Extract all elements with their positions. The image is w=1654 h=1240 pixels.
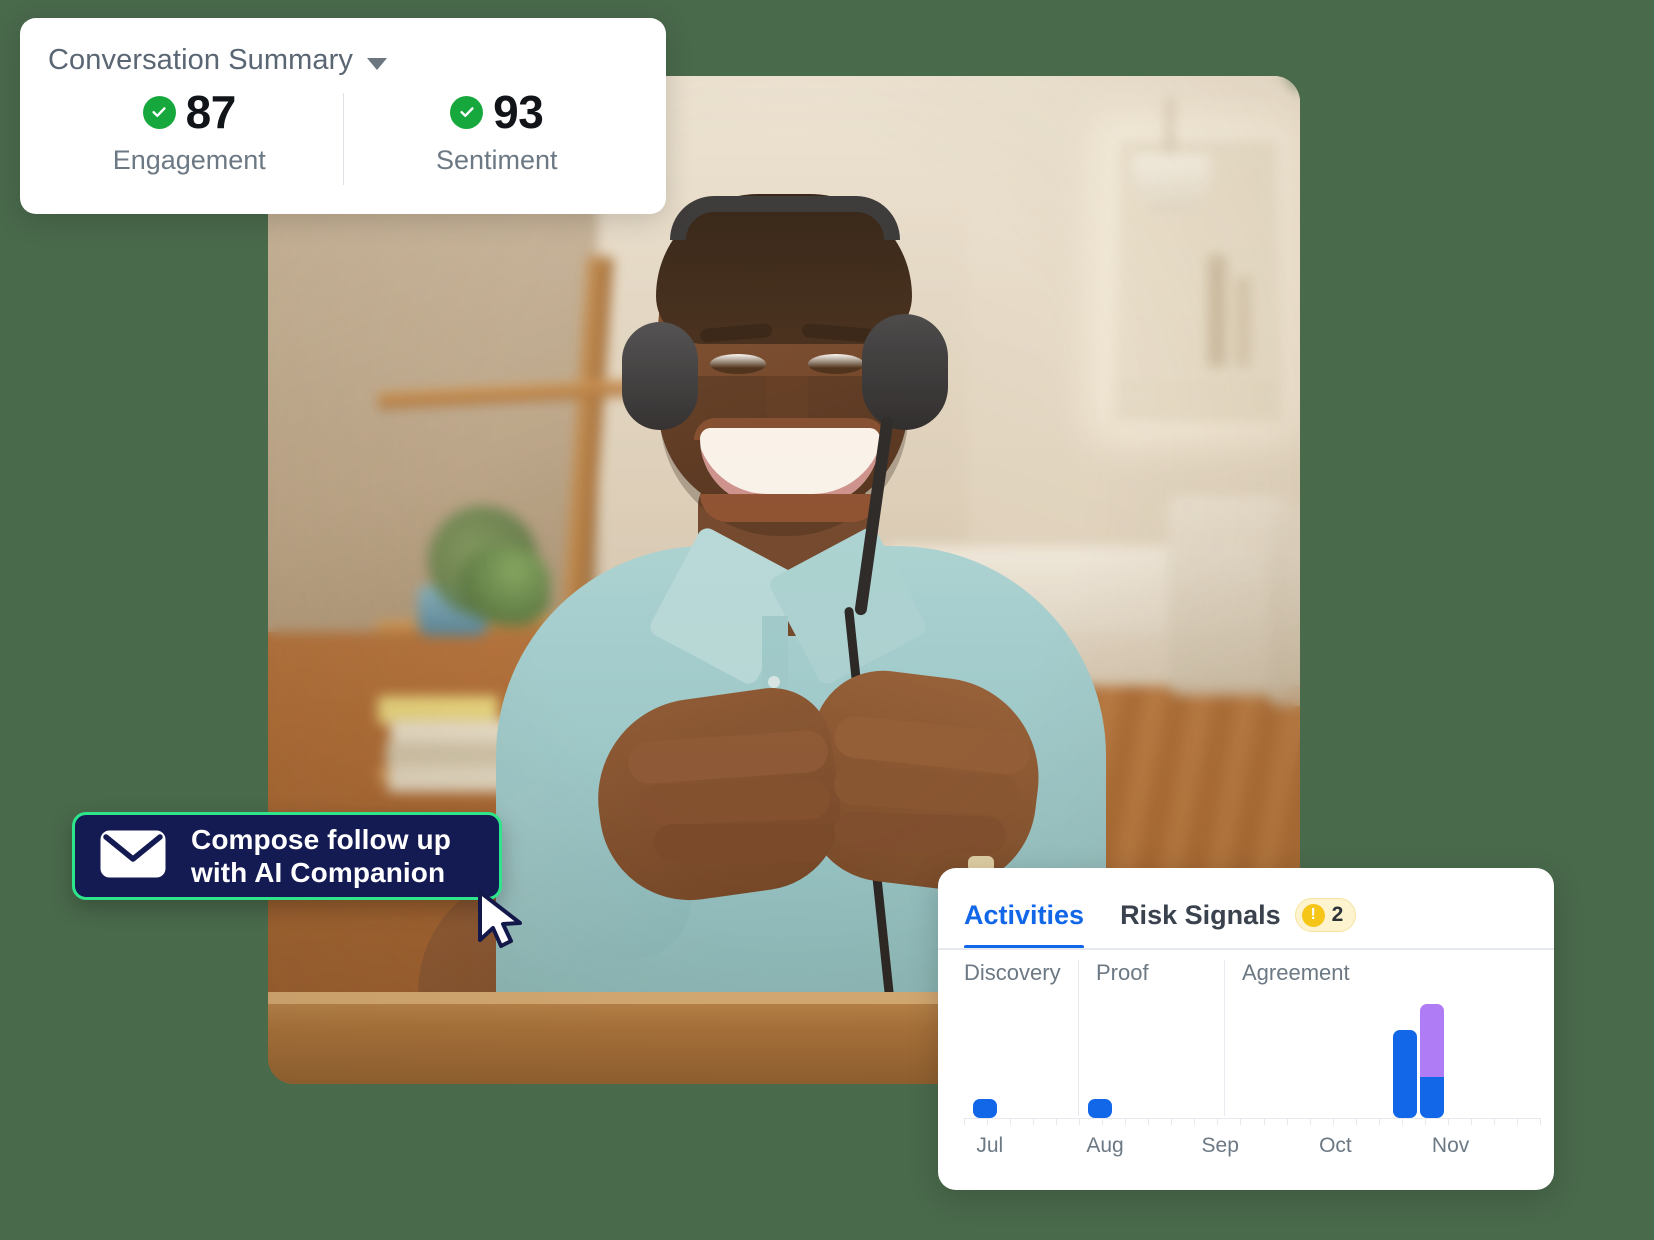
envelope-icon [99,829,167,884]
metric-engagement-label: Engagement [112,145,266,175]
bar-group [973,1099,998,1118]
chart-bar [973,1099,998,1118]
chart-axis-tick [1424,1118,1426,1125]
metric-engagement: 87 Engagement [36,89,343,176]
chart-axis-tick [1493,1118,1495,1125]
chart-axis-tick [1125,1118,1127,1125]
compose-follow-up-label: Compose follow up with AI Companion [191,823,451,889]
chart-axis-tick [1309,1118,1311,1125]
page-title: Conversation Summary [48,44,353,76]
warning-icon: ! [1301,903,1325,927]
chart-bar [1392,1029,1417,1118]
activities-card: Activities Risk Signals ! 2 Discovery Pr… [938,868,1554,1190]
chart-axis-tick [1033,1118,1035,1125]
chart-bar-segment-activities [1392,1029,1417,1118]
chart-bar-segment-activities [1420,1076,1445,1118]
compose-follow-up-button[interactable]: Compose follow up with AI Companion [72,812,502,900]
tab-risk-signals-wrap[interactable]: Risk Signals ! 2 [1120,898,1357,950]
chart-axis-tick [1194,1118,1196,1125]
chart-axis-tick [1355,1118,1357,1125]
chart-bar [1088,1099,1113,1118]
chart-axis-tick [1056,1118,1058,1125]
chart-bar-segment-activities [1088,1099,1113,1118]
chart-axis-tick [1102,1118,1104,1125]
tab-risk-signals[interactable]: Risk Signals [1120,900,1281,931]
metric-sentiment-value: 93 [493,86,544,138]
chart-axis-tick [1217,1118,1219,1125]
check-circle-icon [450,95,484,129]
metric-sentiment: 93 Sentiment [344,89,651,176]
chart-axis-tick [1171,1118,1173,1125]
bar-group [1088,1099,1113,1118]
tab-underline [938,948,1554,950]
metric-sentiment-label: Sentiment [435,145,558,175]
chart-bar-segment-projected [1420,1004,1445,1077]
chart-plot-area [964,960,1540,1118]
risk-badge-count: 2 [1331,903,1344,926]
status-badge[interactable]: ! 2 [1294,898,1357,932]
chart-axis-tick [987,1118,989,1125]
bar-group [1392,1029,1417,1118]
chart-axis-tick [1401,1118,1403,1125]
chart-axis-tick [1286,1118,1288,1125]
chart-axis-tick [1540,1118,1541,1125]
compose-line-2: with AI Companion [191,857,446,888]
conversation-summary-card: Conversation Summary 87 Engagement 93 Se… [20,18,666,214]
compose-line-1: Compose follow up [191,823,451,855]
chart-bar [1420,1004,1445,1118]
conversation-summary-header[interactable]: Conversation Summary [20,18,666,77]
chart-axis-tick [1148,1118,1150,1125]
chart-axis-tick [1079,1118,1081,1125]
activities-bar-chart: Discovery Proof Agreement Jul Aug Sep Oct No… [938,952,1554,1160]
chart-x-label: Jul [976,1134,1004,1157]
check-circle-icon [142,95,176,129]
chart-axis-tick [1332,1118,1334,1125]
chart-bar-segment-activities [973,1099,998,1118]
chart-x-label: Sep [1201,1134,1239,1157]
chart-axis-tick [1263,1118,1265,1125]
chart-x-axis [964,1118,1540,1119]
chart-x-label: Nov [1431,1134,1470,1157]
bar-group [1420,1004,1445,1118]
summary-metrics: 87 Engagement 93 Sentiment [20,89,666,191]
chart-axis-tick [1378,1118,1380,1125]
tab-activities[interactable]: Activities [964,900,1085,949]
metric-sentiment-row: 93 [344,89,651,135]
chart-axis-tick [1447,1118,1449,1125]
chart-axis-tick [964,1118,965,1125]
mouse-pointer-icon [477,890,529,957]
chevron-down-icon[interactable] [367,57,387,70]
metric-engagement-value: 87 [185,86,237,138]
tab-bar: Activities Risk Signals ! 2 [938,868,1554,950]
chart-x-label: Oct [1319,1134,1352,1157]
metric-engagement-row: 87 [36,89,343,135]
chart-axis-tick [1240,1118,1242,1125]
chart-axis-tick [1516,1118,1518,1125]
chart-axis-tick [1470,1118,1472,1125]
chart-x-label: Aug [1086,1134,1124,1157]
chart-axis-tick [1010,1118,1012,1125]
